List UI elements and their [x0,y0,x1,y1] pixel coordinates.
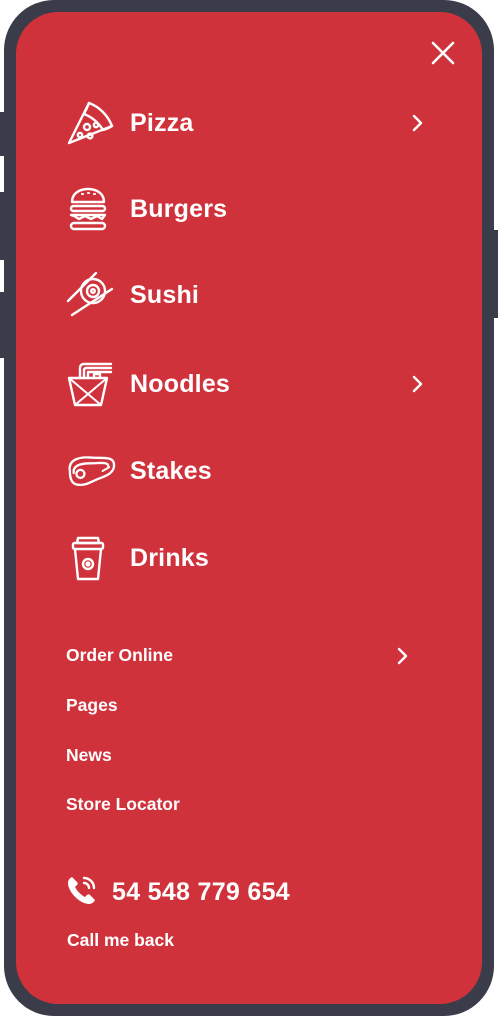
link-store-locator[interactable]: Store Locator [66,791,411,817]
side-button-left-top [0,112,8,156]
link-news[interactable]: News [66,742,411,768]
phone-number: 54 548 779 654 [112,877,290,906]
drink-cup-icon [66,533,116,583]
phone-icon [66,874,98,911]
burger-icon [66,184,116,234]
menu-item-label: Pizza [130,108,194,137]
menu-item-pizza[interactable]: Pizza [66,93,426,153]
mobile-menu-screen: Pizza Burgers Sushi Noodles Stakes Drink… [16,12,482,1004]
close-icon[interactable] [431,41,455,65]
link-label: News [66,745,112,765]
phone-link[interactable]: 54 548 779 654 [66,874,290,910]
link-order-online[interactable]: Order Online [66,642,411,668]
menu-item-label: Burgers [130,194,228,223]
menu-item-burgers[interactable]: Burgers [66,179,426,239]
link-label: Order Online [66,645,173,665]
chevron-right-icon[interactable] [408,375,426,393]
chevron-right-icon[interactable] [393,646,411,665]
menu-item-sushi[interactable]: Sushi [66,265,426,325]
side-button-left-bottom [0,292,8,358]
menu-item-label: Stakes [130,456,212,485]
link-pages[interactable]: Pages [66,692,411,718]
side-button-right [490,230,498,318]
link-label: Store Locator [66,794,180,814]
menu-item-label: Sushi [130,280,200,309]
call-me-back-link[interactable]: Call me back [67,930,174,951]
noodles-icon [66,359,116,409]
steak-icon [66,446,116,496]
side-button-left-mid [0,192,8,260]
pizza-icon [66,98,116,148]
menu-item-stakes[interactable]: Stakes [66,441,426,501]
menu-item-label: Noodles [130,369,231,398]
menu-item-noodles[interactable]: Noodles [66,354,426,414]
menu-item-drinks[interactable]: Drinks [66,528,426,588]
link-label: Pages [66,695,118,715]
menu-item-label: Drinks [130,543,210,572]
sushi-icon [66,270,116,320]
chevron-right-icon[interactable] [408,114,426,132]
